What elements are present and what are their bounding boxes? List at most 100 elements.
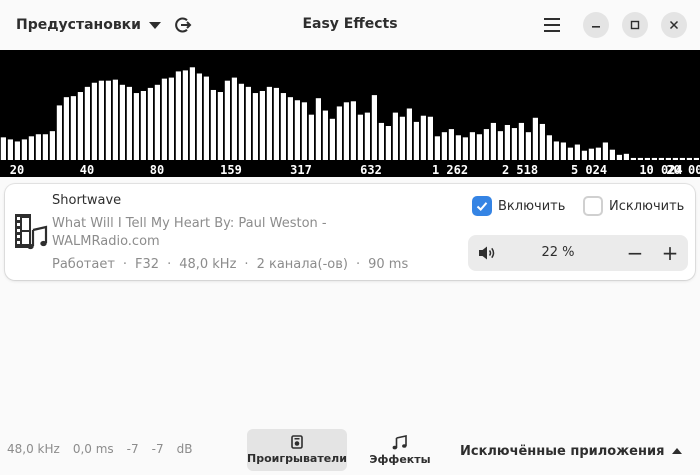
spectrum-bar — [161, 78, 167, 160]
spectrum-bar — [427, 116, 433, 160]
exclude-label: Исключить — [609, 198, 685, 214]
spectrum-bar — [238, 83, 244, 160]
spectrum-bar — [546, 135, 552, 160]
spectrum-bar — [623, 153, 629, 160]
excluded-apps-label: Исключённые приложения — [460, 443, 665, 459]
spectrum-bar — [672, 157, 678, 160]
spectrum-bar — [644, 157, 650, 160]
speaker-icon[interactable] — [478, 245, 496, 261]
frequency-label: 159 — [220, 163, 242, 177]
spectrum-bar — [434, 136, 440, 160]
spectrum-bar — [112, 79, 118, 160]
spectrum-bar — [42, 134, 48, 160]
header-bar: Предустановки Easy Effects — [0, 0, 700, 50]
spectrum-bar — [658, 157, 664, 160]
spectrum-bar — [371, 95, 377, 160]
spectrum-bar — [483, 129, 489, 160]
volume-value[interactable]: 22 % — [508, 245, 608, 260]
spectrum-bar — [399, 116, 405, 160]
main-menu-button[interactable] — [537, 10, 567, 40]
spectrum-bar — [364, 112, 370, 160]
spectrum-bar — [686, 157, 692, 160]
spectrum-bar — [21, 139, 27, 160]
spectrum-bar — [455, 135, 461, 160]
players-tab[interactable]: Проигрыватели — [247, 429, 347, 471]
output-stats: 48,0 kHz 0,0 ms -7 -7 dB — [7, 442, 205, 456]
spectrum-bar — [518, 122, 524, 160]
frequency-label: 2 518 — [502, 163, 538, 177]
spectrum-bar — [133, 93, 139, 160]
frequency-label: 1 262 — [432, 163, 468, 177]
spectrum-bar — [357, 114, 363, 160]
spectrum-bar — [637, 157, 643, 160]
frequency-label: 632 — [360, 163, 382, 177]
checkbox-unchecked-icon[interactable] — [583, 196, 603, 216]
checkbox-checked-icon[interactable] — [472, 196, 492, 216]
spectrum-bar — [336, 106, 342, 160]
spectrum-bar — [210, 89, 216, 160]
spectrum-bar — [126, 86, 132, 160]
spectrum-bar — [392, 112, 398, 160]
spectrum-bar — [504, 124, 510, 160]
enable-label: Включить — [498, 198, 566, 214]
spectrum-bar — [525, 132, 531, 160]
bottom-bar: 48,0 kHz 0,0 ms -7 -7 dB Проигрыватели Э… — [0, 423, 700, 475]
separator: · — [167, 257, 172, 272]
spectrum-bar — [189, 67, 195, 160]
spectrum-bar — [63, 97, 69, 160]
maximize-icon — [630, 20, 640, 30]
menu-icon — [544, 18, 560, 32]
sample-rate: 48,0 kHz — [7, 442, 60, 456]
frequency-label: 317 — [290, 163, 312, 177]
spectrum-bar — [308, 114, 314, 160]
spectrum-bar — [511, 128, 517, 160]
spectrum-bar — [490, 122, 496, 160]
spectrum-bar — [35, 134, 41, 160]
spectrum-bar — [476, 134, 482, 160]
spectrum-bar — [469, 132, 475, 160]
spectrum-bar — [574, 144, 580, 160]
spectrum-bar — [665, 157, 671, 160]
spectrum-bar — [609, 149, 615, 160]
frequency-label: 80 — [150, 163, 164, 177]
spectrum-bar — [182, 70, 188, 160]
spectrum-bar — [7, 139, 13, 160]
spectrum-bar — [441, 132, 447, 160]
spectrum-bar — [70, 96, 76, 160]
level-unit: dB — [176, 442, 193, 456]
enable-checkbox[interactable]: Включить — [472, 196, 565, 216]
close-button[interactable] — [661, 12, 687, 38]
spectrum-bar — [105, 80, 111, 160]
spectrum-bar — [245, 86, 251, 160]
separator: · — [122, 257, 128, 272]
spectrum-bar — [147, 87, 153, 160]
spectrum-bar — [651, 157, 657, 160]
excluded-apps-button[interactable]: Исключённые приложения — [460, 439, 683, 463]
spectrum-bar — [154, 84, 160, 160]
music-note-icon — [392, 434, 407, 449]
spectrum-bar — [14, 141, 20, 160]
spectrum-bar — [350, 101, 356, 160]
spectrum-analyzer: 20 40 80 159 317 632 1 262 2 518 5 024 10 024 20 0… — [0, 50, 700, 177]
player-card: Shortwave What Will I Tell My Heart By: … — [5, 184, 695, 280]
spectrum-bar — [56, 105, 62, 160]
exclude-checkbox[interactable]: Исключить — [583, 196, 684, 216]
caret-up-icon — [672, 448, 683, 454]
spectrum-bar — [553, 141, 559, 160]
spectrum-bar — [343, 102, 349, 160]
spectrum-bar — [693, 157, 699, 160]
volume-decrease-button[interactable]: − — [620, 238, 650, 268]
maximize-button[interactable] — [622, 12, 648, 38]
spectrum-bar — [462, 137, 468, 160]
minimize-button[interactable] — [583, 12, 609, 38]
stream-channels: 2 канала(-ов) — [256, 257, 348, 272]
spectrum-bar — [196, 73, 202, 160]
level-right: -7 — [151, 442, 164, 456]
separator: · — [355, 257, 361, 272]
volume-increase-button[interactable]: + — [655, 238, 685, 268]
spectrum-bar — [588, 148, 594, 160]
close-icon — [669, 20, 679, 30]
spectrum-bar — [322, 110, 328, 160]
effects-tab[interactable]: Эффекты — [360, 429, 440, 471]
spectrum-bar — [413, 121, 419, 160]
